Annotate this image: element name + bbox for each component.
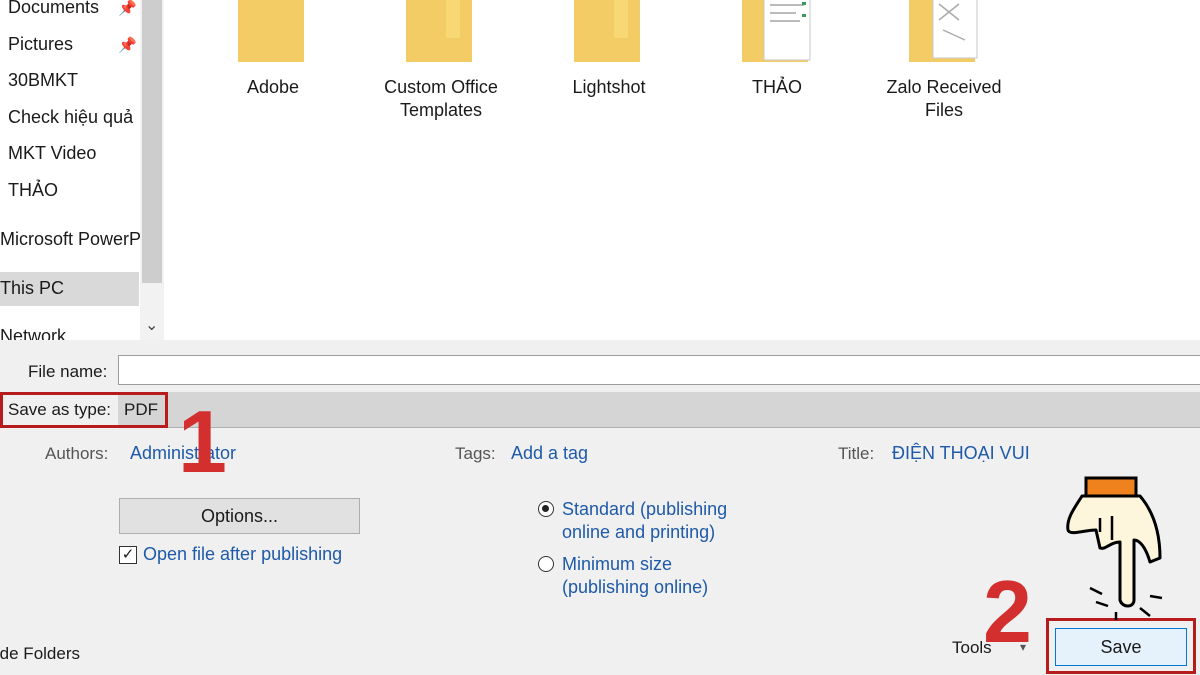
folder-label-line2: Files	[924, 100, 963, 120]
folder-icon	[742, 0, 811, 62]
save-options-panel: File name: Save as type: PDF Authors: Ad…	[0, 340, 1200, 675]
nav-item-30bmkt[interactable]: 30BMKT	[8, 70, 78, 91]
minimum-size-radio[interactable]	[538, 556, 554, 572]
folder-label-line1: Zalo Received	[886, 77, 1002, 97]
minimum-line1: Minimum size	[562, 554, 673, 574]
file-name-input[interactable]	[118, 355, 1200, 385]
folder-icon	[909, 0, 978, 62]
standard-line1: Standard (publishing	[562, 499, 728, 519]
scroll-down-arrow-icon[interactable]: ⌄	[145, 315, 158, 335]
folder-label-line2: Templates	[399, 100, 483, 120]
nav-scroll-thumb[interactable]	[142, 0, 162, 283]
nav-item-microsoft-powerpoint[interactable]: Microsoft PowerP	[0, 229, 141, 250]
tags-label: Tags:	[455, 444, 496, 463]
step-2-marker: 2	[983, 562, 1032, 661]
save-as-type-dropdown[interactable]	[118, 392, 1200, 428]
open-after-publishing-label[interactable]: Open file after publishing	[143, 544, 342, 565]
save-button[interactable]: Save	[1055, 628, 1187, 666]
pin-icon: 📌	[118, 37, 137, 54]
folder-label: Lightshot	[572, 77, 646, 97]
navigation-pane: Documents 📌 Pictures 📌 30BMKT Check hiệu…	[0, 0, 165, 340]
options-button[interactable]: Options...	[119, 498, 360, 534]
folder-icon	[238, 0, 304, 62]
pointing-hand-icon	[1066, 476, 1163, 620]
standard-option-label[interactable]: Standard (publishing online and printing…	[562, 498, 727, 544]
nav-item-network[interactable]: Network	[0, 326, 66, 340]
minimum-size-option-label[interactable]: Minimum size (publishing online)	[562, 553, 708, 599]
nav-item-pictures[interactable]: Pictures	[8, 34, 73, 55]
minimum-line2: (publishing online)	[562, 577, 709, 597]
highlight-box-save-type	[0, 392, 168, 428]
hide-folders-button[interactable]: Hide Folders	[0, 644, 80, 664]
file-name-label: File name:	[28, 362, 108, 381]
standard-line2: online and printing)	[562, 522, 716, 542]
open-after-publishing-checkbox[interactable]: ✓	[119, 546, 137, 564]
folder-label: THẢO	[751, 77, 802, 97]
nav-item-check-hieu-qua[interactable]: Check hiệu quả	[8, 107, 133, 128]
standard-radio[interactable]	[538, 501, 554, 517]
title-label: Title:	[838, 444, 875, 463]
pin-icon: 📌	[118, 0, 137, 17]
title-value[interactable]: ĐIỆN THOẠI VUI	[892, 443, 1030, 464]
folder-icon	[406, 0, 472, 62]
step-1-marker: 1	[178, 392, 227, 491]
folder-label-line1: Custom Office	[384, 77, 498, 97]
nav-item-thao[interactable]: THẢO	[8, 180, 58, 201]
folder-icon	[574, 0, 640, 62]
tags-value[interactable]: Add a tag	[511, 443, 588, 464]
nav-item-documents[interactable]: Documents	[8, 0, 99, 18]
nav-item-this-pc[interactable]: This PC	[0, 278, 64, 299]
folder-label: Adobe	[246, 77, 300, 97]
authors-label: Authors:	[45, 444, 109, 463]
nav-item-mkt-video[interactable]: MKT Video	[8, 143, 96, 164]
